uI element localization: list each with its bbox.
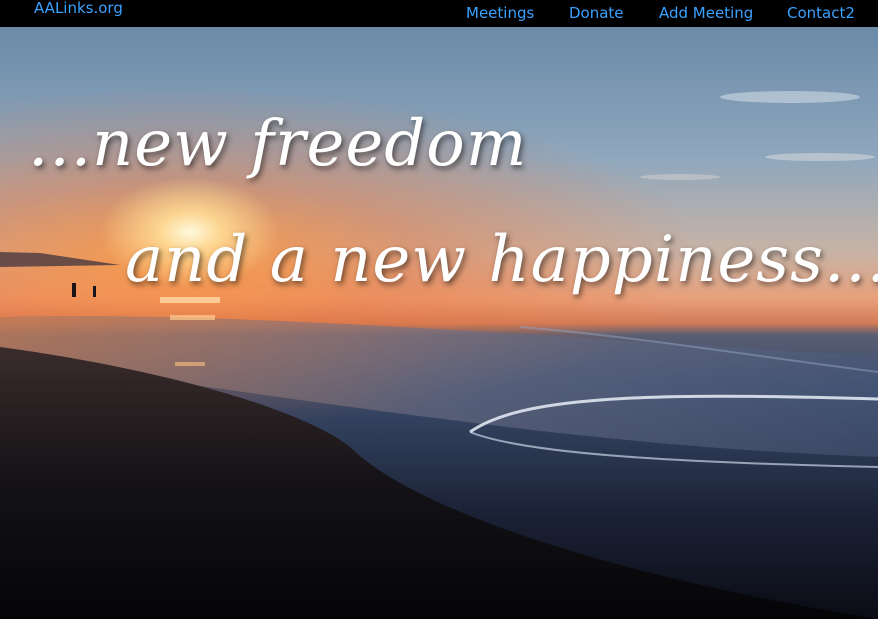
hero-tagline-line1: ...new freedom <box>28 107 528 181</box>
brand-link[interactable]: AALinks.org <box>34 0 123 17</box>
nav-donate-link[interactable]: Donate <box>569 4 624 22</box>
nav-meetings-link[interactable]: Meetings <box>466 4 534 22</box>
hero-tagline-line2: and a new happiness.... <box>125 223 878 297</box>
nav-contact2-link[interactable]: Contact2 <box>787 4 855 22</box>
nav-add-meeting-link[interactable]: Add Meeting <box>659 4 753 22</box>
top-navbar: AALinks.org Meetings Donate Add Meeting … <box>0 0 878 27</box>
hero-banner: ...new freedom and a new happiness.... <box>0 27 878 619</box>
